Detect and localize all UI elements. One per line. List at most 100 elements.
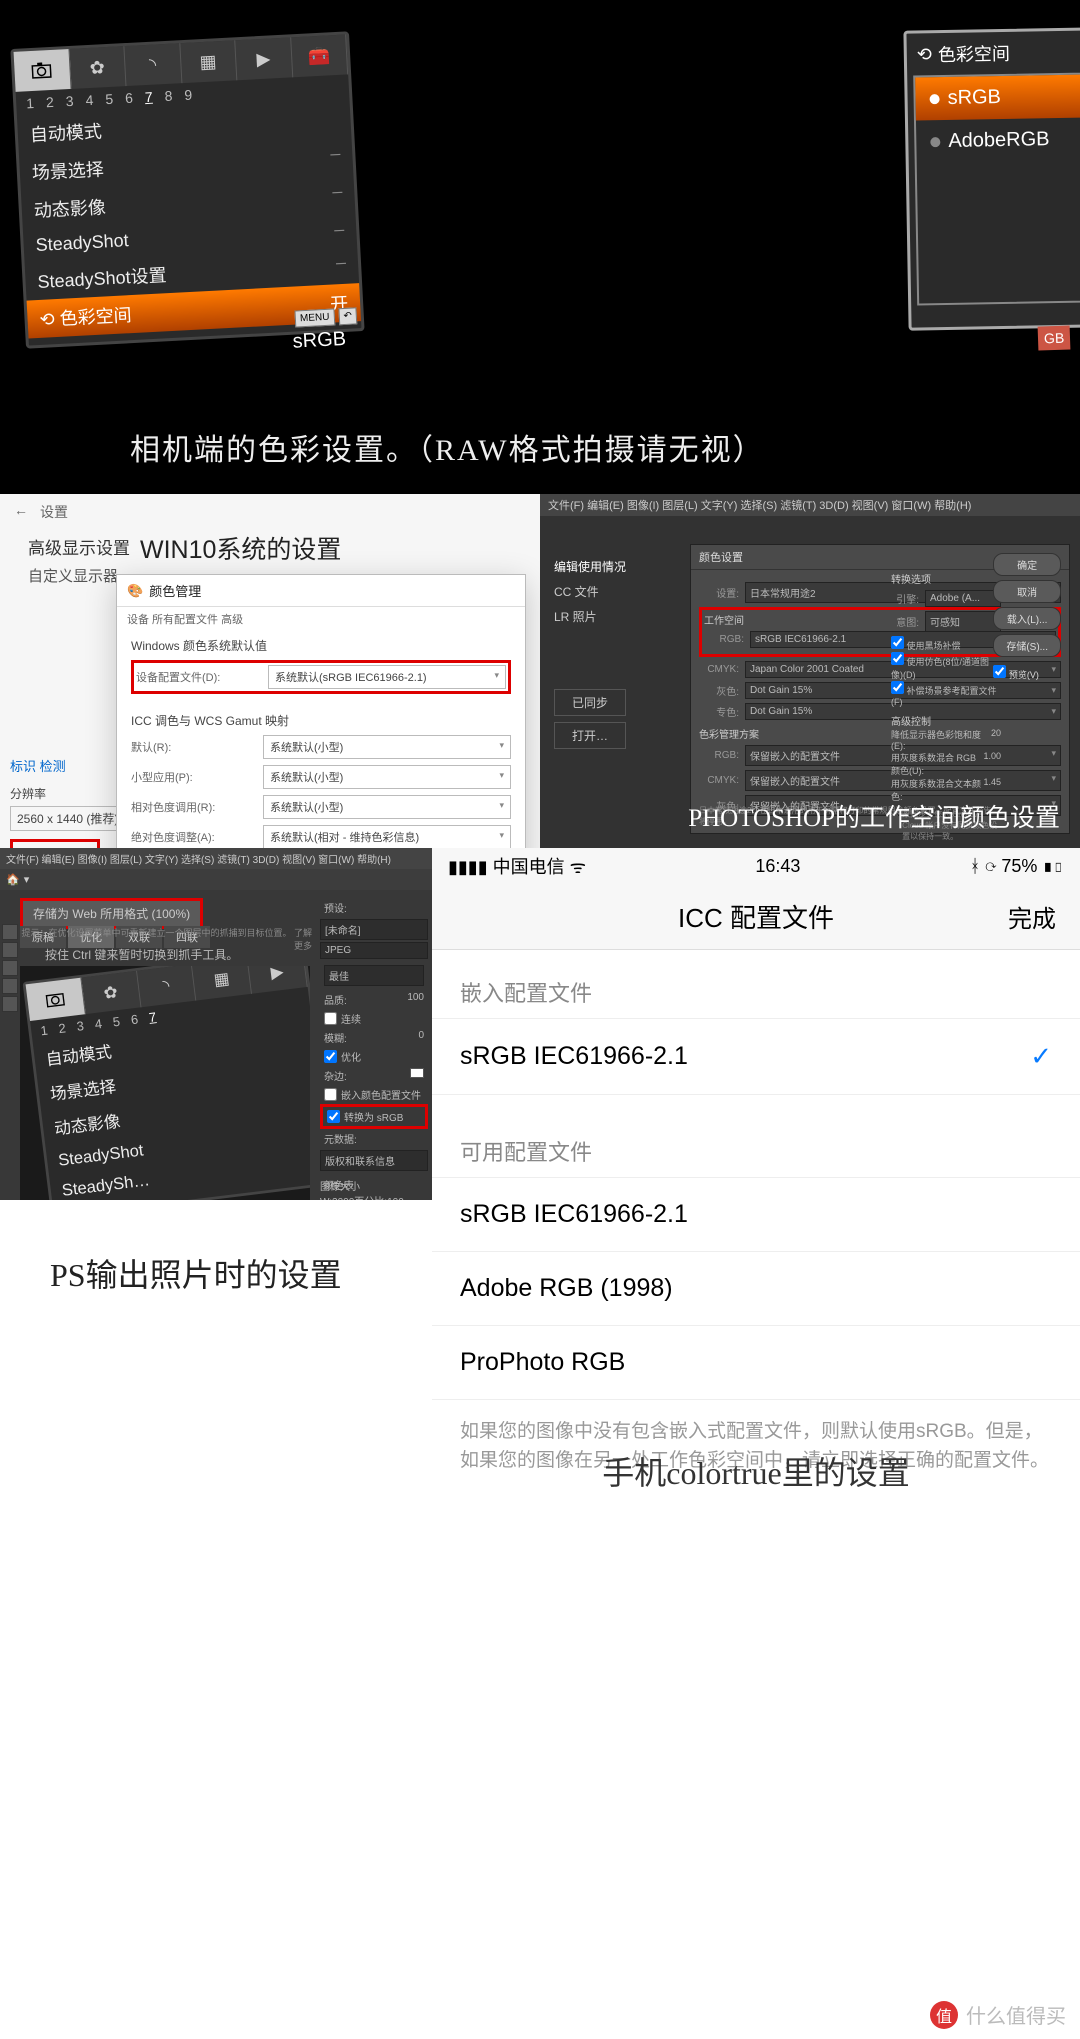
tab-wifi-icon: ◝	[137, 966, 197, 1007]
embed-ck[interactable]	[324, 1088, 337, 1101]
option-adobergb[interactable]: AdobeRGB	[916, 116, 1080, 164]
srgb-ck[interactable]	[327, 1110, 340, 1123]
tab-wifi-icon[interactable]: ◝	[124, 43, 182, 86]
policy-label: 色彩管理方案	[699, 726, 1061, 741]
save-button[interactable]: 存储(S)...	[993, 634, 1061, 657]
prog-ck[interactable]	[324, 1012, 337, 1025]
tab-camera-icon[interactable]	[14, 49, 72, 92]
opt-ck[interactable]	[324, 1050, 337, 1063]
tab-apps-icon[interactable]: ▦	[180, 40, 238, 83]
done-button[interactable]: 完成	[1008, 899, 1056, 934]
back-icon[interactable]: ↶	[338, 307, 357, 325]
sfw-tools	[2, 924, 18, 1012]
win-back[interactable]: ←设置	[0, 494, 540, 530]
ios-panel: ▮▮▮▮ 中国电信 ᯤ 16:43 ᚼ ⟳ 75% ▮▯ ICC 配置文件 完成…	[432, 848, 1080, 2039]
ps-sidebar: 编辑使用情况 CC 文件 LR 照片 已同步 打开…	[554, 554, 626, 749]
engine-dd[interactable]: Adobe (A...	[925, 590, 1001, 607]
hand-tool-icon[interactable]	[2, 924, 18, 940]
device-profile-row: 设备配置文件(D): 系统默认(sRGB IEC61966-2.1)	[131, 660, 511, 694]
quality-dd[interactable]: 最佳	[324, 965, 424, 986]
ok-button[interactable]: 确定	[993, 553, 1061, 576]
tab-playback-icon[interactable]: ▶	[235, 37, 293, 80]
ps-menubar[interactable]: 文件(F) 编辑(E) 图像(I) 图层(L) 文字(Y) 选择(S) 滤镜(T…	[540, 494, 1080, 516]
lock-icon: ⟳	[986, 856, 997, 876]
ck[interactable]	[891, 652, 904, 665]
wifi-icon: ᯤ	[570, 857, 586, 877]
sfw-toolbar-row: 🏠▾	[0, 869, 432, 890]
caption-text: 相机端的色彩设置。（RAW格式拍摄请无视）	[130, 425, 765, 469]
matte-swatch[interactable]	[410, 1068, 424, 1078]
check-icon: ✓	[1030, 1041, 1052, 1072]
eyedrop-tool-icon[interactable]	[2, 978, 18, 994]
section-embedded: 嵌入配置文件	[432, 950, 1080, 1018]
camera-footer: MENU ↶	[295, 307, 358, 327]
color-swatch-icon[interactable]	[2, 996, 18, 1012]
load-button[interactable]: 载入(L)...	[993, 607, 1061, 630]
sec1-title: Windows 颜色系统默认值	[131, 637, 511, 654]
sfw-menubar[interactable]: 文件(F) 编辑(E) 图像(I) 图层(L) 文字(Y) 选择(S) 滤镜(T…	[0, 848, 432, 869]
camera2-frame: ⟲色彩空间 sRGB AdobeRGB MENU ↶	[903, 25, 1080, 330]
tab-toolbox-icon[interactable]: 🧰	[291, 34, 349, 77]
dd[interactable]: 系统默认(小型)	[263, 765, 511, 789]
slice-tool-icon[interactable]	[2, 942, 18, 958]
win-title-label: WIN10系统的设置	[140, 530, 341, 566]
sfw-settings: 预设: [未命名] JPEG 最佳 品质:100 连续 模糊:0 优化 杂边: …	[320, 898, 428, 1194]
row-adobergb[interactable]: Adobe RGB (1998)	[432, 1251, 1080, 1325]
sfw-hint2: 提示：在优化设置菜单中可重新建立一个图层中的抓捕到目标位置。 了解更多	[20, 926, 312, 952]
watermark-text: 什么值得买	[966, 2000, 1066, 2029]
preview-ck[interactable]	[993, 665, 1006, 678]
sidebar-header: 编辑使用情况	[554, 554, 626, 579]
home-icon[interactable]: 🏠	[6, 873, 20, 886]
sec2-title: ICC 调色与 WCS Gamut 映射	[131, 712, 511, 729]
tab-camera-icon	[26, 978, 86, 1021]
zoom-tool-icon[interactable]	[2, 960, 18, 976]
dd[interactable]: 系统默认(相对 - 维持色彩信息)	[263, 825, 511, 848]
blank-area	[0, 1328, 432, 2039]
color-mgmt-dialog: 🎨颜色管理 设备 所有配置文件 高级 Windows 颜色系统默认值 设备配置文…	[116, 574, 526, 848]
open-button[interactable]: 打开…	[554, 722, 626, 749]
row-srgb[interactable]: sRGB IEC61966-2.1	[432, 1177, 1080, 1251]
intent-dd[interactable]: 可感知	[925, 611, 1001, 632]
menu-badge[interactable]: MENU	[295, 308, 335, 327]
ck[interactable]	[891, 636, 904, 649]
win10-panel: ←设置 高级显示设置 自定义显示器 WIN10系统的设置 标识 检测 分辨率 2…	[0, 494, 540, 848]
dialog-tabs[interactable]: 设备 所有配置文件 高级	[117, 607, 525, 631]
r1-label: 设备配置文件(D):	[136, 669, 256, 685]
tab-gear-icon[interactable]: ✿	[69, 46, 127, 89]
ios-navbar: ICC 配置文件 完成	[432, 884, 1080, 950]
section-wcs: Windows 颜色系统默认值 设备配置文件(D): 系统默认(sRGB IEC…	[117, 631, 525, 706]
caption-bar-1: 相机端的色彩设置。（RAW格式拍摄请无视）	[0, 395, 1080, 495]
dd[interactable]: 系统默认(小型)	[263, 795, 511, 819]
metadata-dd[interactable]: 版权和联系信息	[320, 1150, 428, 1171]
device-profile-dropdown[interactable]: 系统默认(sRGB IEC61966-2.1)	[268, 665, 506, 689]
sidebar-item[interactable]: CC 文件	[554, 579, 626, 604]
camera-frame: ✿ ◝ ▦ ▶ 🧰 123456789 自动模式 场景选择– 动态影像– Ste…	[10, 31, 364, 348]
sync-button[interactable]: 已同步	[554, 689, 626, 716]
radio-dot-icon	[930, 94, 940, 104]
preset-dd[interactable]: [未命名]	[320, 919, 428, 940]
row-embedded-srgb[interactable]: sRGB IEC61966-2.1✓	[432, 1018, 1080, 1095]
ios-caption: 手机colortrue里的设置	[432, 1448, 1080, 1494]
color-mgmt-icon: 🎨	[127, 583, 143, 599]
dd[interactable]: 系统默认(小型)	[263, 735, 511, 759]
tab-gear-icon: ✿	[81, 971, 141, 1014]
bluetooth-icon: ᚼ	[970, 856, 981, 876]
camera-menu-1: ✿ ◝ ▦ ▶ 🧰 123456789 自动模式 场景选择– 动态影像– Ste…	[0, 0, 400, 400]
sfw-caption: PS输出照片时的设置	[50, 1250, 342, 1296]
ios-statusbar: ▮▮▮▮ 中国电信 ᯤ 16:43 ᚼ ⟳ 75% ▮▯	[432, 848, 1080, 884]
clock: 16:43	[755, 856, 800, 877]
adv-label: 高级控制	[891, 713, 1001, 728]
option-srgb[interactable]: sRGB	[915, 73, 1080, 121]
convert-srgb-row: 转换为 sRGB	[320, 1104, 428, 1129]
watermark: 值 什么值得买	[930, 2000, 1066, 2029]
row-prophoto[interactable]: ProPhoto RGB	[432, 1325, 1080, 1400]
color-settings-block: 颜色设置 颜色配置文件 001.icm	[10, 839, 100, 848]
cancel-button[interactable]: 取消	[993, 580, 1061, 603]
colorspace-icon: ⟲	[917, 44, 932, 65]
srgb-sticker: GB	[1037, 325, 1070, 350]
sidebar-item[interactable]: LR 照片	[554, 604, 626, 629]
sfw-tab[interactable]: 存储为 Web 所用格式 (100%)	[20, 898, 203, 929]
dialog-header: 🎨颜色管理	[117, 575, 525, 607]
ck[interactable]	[891, 681, 904, 694]
format-dd[interactable]: JPEG	[320, 942, 428, 959]
